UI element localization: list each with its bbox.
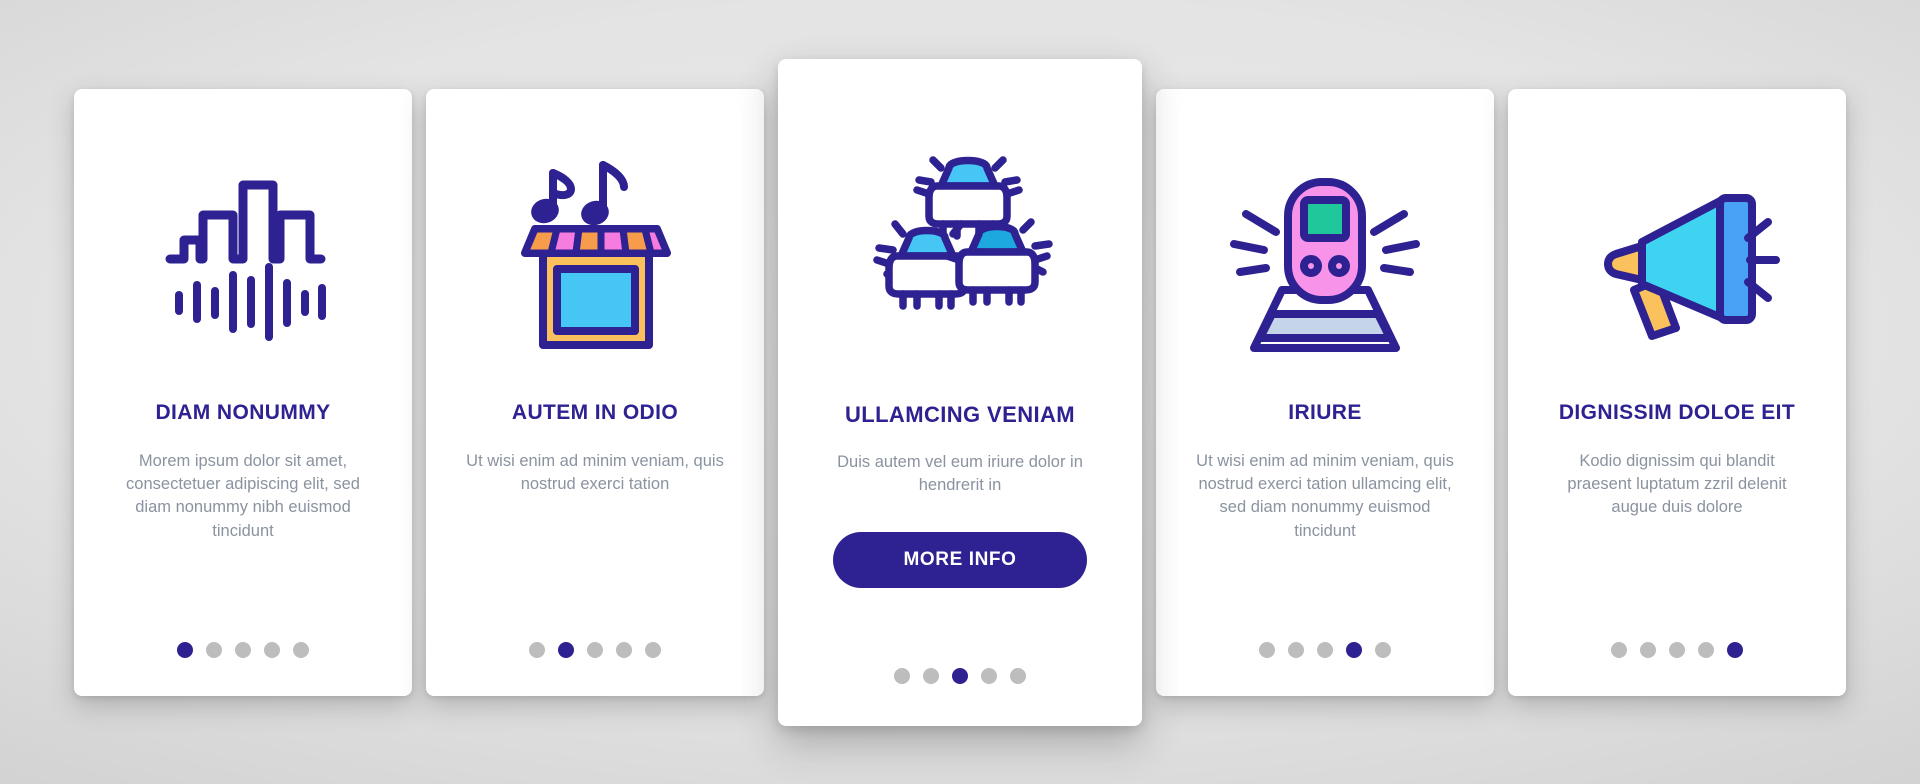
onboarding-card-3[interactable]: ULLAMCING VENIAM Duis autem vel eum iriu… [778,58,1142,726]
pagination-dot[interactable] [981,667,997,684]
onboarding-card-4[interactable]: IRIURE Ut wisi enim ad minim veniam, qui… [1156,88,1494,696]
pagination-dot[interactable] [177,641,193,658]
pagination-dots-3[interactable] [778,667,1142,684]
pagination-dot[interactable] [952,667,968,684]
pagination-dot[interactable] [1375,641,1391,658]
onboarding-card-5[interactable]: DIGNISSIM DOLOE EIT Kodio dignissim qui … [1508,88,1846,696]
onboarding-screens-stage: DIAM NONUMMY Morem ipsum dolor sit amet,… [0,0,1920,784]
pagination-dot[interactable] [293,641,309,658]
pagination-dot[interactable] [645,641,661,658]
pagination-dot[interactable] [923,667,939,684]
pagination-dot[interactable] [558,641,574,658]
card-title: DIAM NONUMMY [155,400,331,424]
pagination-dot[interactable] [894,667,910,684]
pagination-dot[interactable] [1259,641,1275,658]
card-title: DIGNISSIM DOLOE EIT [1558,400,1796,424]
traffic-cars-icon [800,99,1120,395]
pagination-dot[interactable] [1669,641,1685,658]
equalizer-soundwave-icon [96,123,390,393]
music-shop-icon [448,123,742,393]
more-info-button[interactable]: MORE INFO [833,531,1087,588]
pagination-dot[interactable] [264,641,280,658]
card-title: IRIURE [1288,400,1362,424]
pagination-dots-4[interactable] [1156,641,1494,658]
onboarding-card-2[interactable]: AUTEM IN ODIO Ut wisi enim ad minim veni… [426,88,764,696]
pagination-dot[interactable] [616,641,632,658]
card-title: AUTEM IN ODIO [511,400,679,424]
card-title: ULLAMCING VENIAM [844,401,1076,427]
megaphone-icon [1530,123,1824,393]
card-body-text: Ut wisi enim ad minim veniam, quis nostr… [466,451,724,494]
pagination-dots-5[interactable] [1508,641,1846,658]
pagination-dots-1[interactable] [74,641,412,658]
pagination-dots-2[interactable] [426,641,764,658]
card-body-text: Kodio dignissim qui blandit praesent lup… [1567,451,1787,517]
card-body-text: Ut wisi enim ad minim veniam, quis nostr… [1196,451,1454,540]
pagination-dot[interactable] [1640,641,1656,658]
pagination-dot[interactable] [1727,641,1743,658]
onboarding-card-1[interactable]: DIAM NONUMMY Morem ipsum dolor sit amet,… [74,88,412,696]
pagination-dot[interactable] [1346,641,1362,658]
pagination-dot[interactable] [1288,641,1304,658]
pagination-dot[interactable] [587,641,603,658]
pagination-dot[interactable] [235,641,251,658]
pagination-dot[interactable] [206,641,222,658]
pagination-dot[interactable] [529,641,545,658]
train-icon [1178,123,1472,393]
pagination-dot[interactable] [1698,641,1714,658]
pagination-dot[interactable] [1010,667,1026,684]
card-body-text: Duis autem vel eum iriure dolor in hendr… [837,452,1083,495]
card-carousel: DIAM NONUMMY Morem ipsum dolor sit amet,… [0,0,1920,784]
pagination-dot[interactable] [1317,641,1333,658]
card-body-text: Morem ipsum dolor sit amet, consectetuer… [126,451,360,540]
pagination-dot[interactable] [1611,641,1627,658]
